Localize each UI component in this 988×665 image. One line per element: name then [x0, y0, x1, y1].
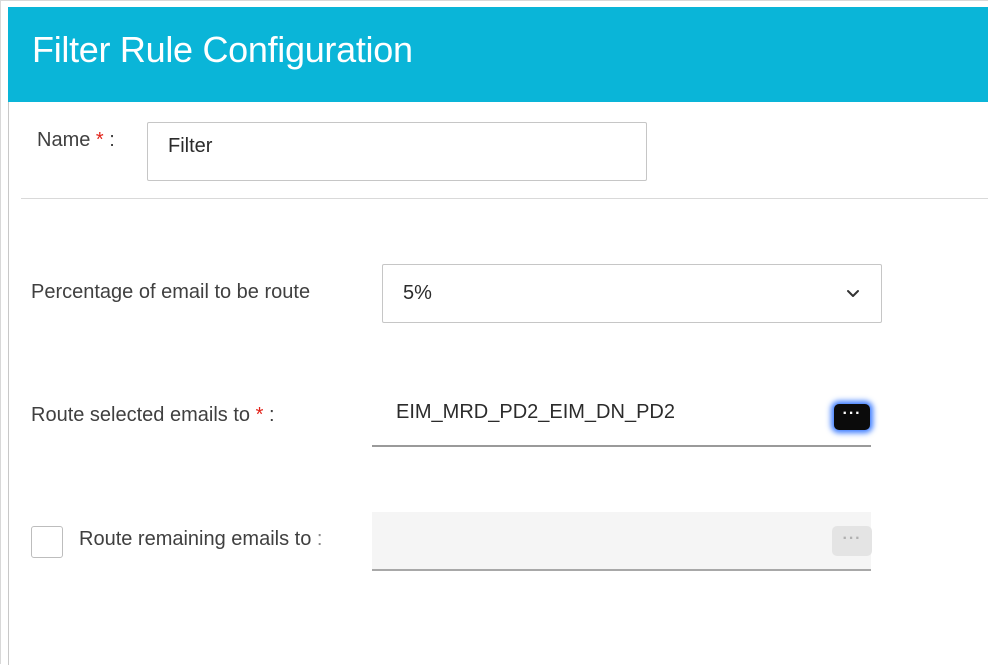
route-remaining-underline: [372, 569, 871, 571]
percentage-select[interactable]: 5%: [382, 264, 882, 323]
name-label-group: Name * :: [37, 129, 115, 152]
route-remaining-separator: :: [316, 528, 323, 550]
route-selected-underline: [372, 445, 871, 447]
chevron-down-icon: [847, 290, 859, 297]
route-selected-label: Route selected emails to: [31, 404, 251, 426]
name-input[interactable]: Filter: [147, 122, 647, 181]
route-selected-required-marker: *: [255, 404, 264, 426]
route-selected-browse-button[interactable]: ···: [834, 404, 870, 430]
route-selected-field[interactable]: EIM_MRD_PD2_EIM_DN_PD2: [372, 391, 871, 447]
route-selected-label-group: Route selected emails to * :: [31, 404, 275, 427]
route-remaining-label: Route remaining emails to: [79, 528, 312, 550]
dialog-title: Filter Rule Configuration: [32, 29, 413, 70]
dialog-header: Filter Rule Configuration: [8, 7, 988, 102]
percentage-label: Percentage of email to be route: [31, 281, 311, 303]
percentage-select-value: 5%: [403, 282, 432, 304]
route-remaining-field[interactable]: [372, 512, 871, 571]
route-remaining-browse-button[interactable]: ···: [832, 526, 872, 556]
name-separator: :: [109, 129, 115, 151]
route-remaining-label-group: Route remaining emails to :: [79, 528, 322, 551]
name-input-value: Filter: [168, 135, 213, 157]
route-selected-value: EIM_MRD_PD2_EIM_DN_PD2: [396, 401, 675, 423]
route-remaining-checkbox[interactable]: [31, 526, 63, 558]
name-required-marker: *: [95, 129, 104, 151]
dialog-frame: Filter Rule Configuration Name * : Filte…: [0, 0, 988, 665]
left-border: [8, 102, 9, 665]
route-selected-separator: :: [268, 404, 275, 426]
section-divider: [21, 198, 988, 199]
name-label: Name: [37, 129, 91, 151]
